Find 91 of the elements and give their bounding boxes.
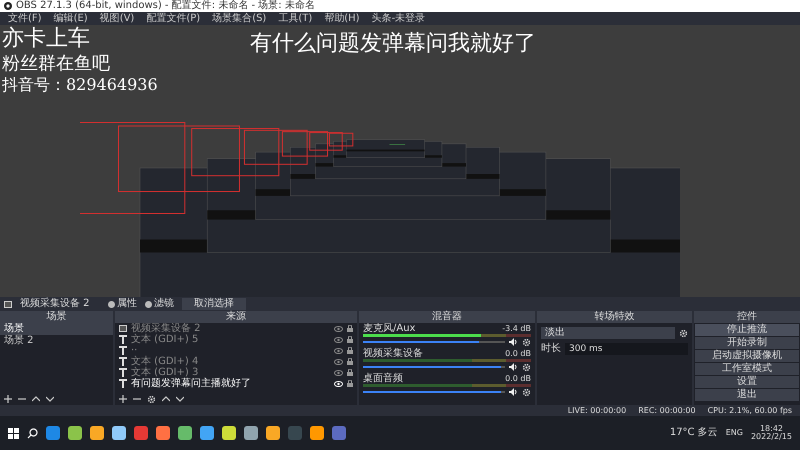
menu-item[interactable]: 场景集合(S) [212, 14, 266, 24]
menu-item[interactable]: 帮助(H) [324, 14, 360, 24]
selected-source-name: 视频采集设备 2 [20, 299, 91, 309]
gear-icon[interactable] [147, 394, 156, 404]
menu-item[interactable]: 头条-未登录 [372, 14, 426, 24]
scene-item[interactable]: 场景 [0, 323, 113, 335]
app-icon[interactable] [178, 426, 192, 440]
overlay-text: 粉丝群在鱼吧 [2, 52, 111, 75]
app-icon[interactable] [112, 426, 126, 440]
channel-name: 视频采集设备 [363, 348, 423, 359]
app-icon[interactable] [200, 426, 214, 440]
clock-time: 18:42 [760, 425, 784, 433]
lock-icon[interactable] [347, 358, 353, 365]
source-item[interactable]: 有问题发弹幕问主播就好了 [131, 378, 330, 388]
move-up-icon[interactable] [162, 396, 170, 402]
lock-icon[interactable] [347, 380, 353, 387]
control-button[interactable]: 退出 [695, 389, 799, 401]
toolbar-button[interactable]: 属性 [108, 299, 137, 309]
app-icon[interactable] [244, 426, 258, 440]
app-icon[interactable] [310, 426, 324, 440]
source-item[interactable]: ·· [131, 346, 330, 356]
menu-item[interactable]: 工具(T) [278, 14, 312, 24]
channel-reading: 0.0 dB [505, 374, 531, 382]
add-icon[interactable] [4, 395, 12, 403]
app-icon[interactable] [68, 426, 82, 440]
windows-logo-icon[interactable] [8, 428, 19, 438]
menu-item[interactable]: 编辑(E) [54, 14, 88, 24]
clock-date: 2022/2/15 [750, 433, 792, 441]
gear-icon[interactable] [679, 328, 688, 338]
source-item[interactable]: 文本 (GDI+) 3 [131, 368, 330, 378]
camera-icon [119, 325, 127, 332]
weather-text: 17°C 多云 [670, 428, 718, 438]
dock-title: 转场特效 [594, 312, 634, 322]
scene-item[interactable]: 场景 2 [0, 335, 113, 347]
dock-title: 控件 [737, 312, 757, 322]
channel-reading: -3.4 dB [502, 324, 531, 332]
add-icon[interactable] [119, 395, 127, 403]
control-button[interactable]: 工作室模式 [695, 363, 799, 375]
menu-item[interactable]: 文件(F) [8, 14, 42, 24]
channel-reading: 0.0 dB [505, 350, 531, 358]
overlay-text: 亦卡上车 [2, 25, 91, 52]
live-status: LIVE: 00:00:00 [568, 406, 626, 414]
duration-field[interactable]: 300 ms [565, 343, 688, 355]
source-item[interactable]: 视频采集设备 2 [131, 324, 330, 334]
app-icon[interactable] [46, 426, 60, 440]
app-icon[interactable] [266, 426, 280, 440]
speaker-icon[interactable] [509, 388, 518, 396]
text-source-icon [119, 335, 127, 344]
lock-icon[interactable] [347, 336, 353, 343]
dock-title: 场景 [46, 312, 66, 322]
search-icon[interactable] [27, 428, 38, 438]
duration-label: 时长 [541, 344, 561, 354]
speaker-icon[interactable] [509, 338, 518, 346]
text-source-icon [119, 368, 127, 377]
language-indicator[interactable]: ENG [726, 429, 743, 437]
banner-text: 有什么问题发弹幕问我就好了 [250, 33, 536, 55]
text-source-icon [119, 346, 127, 355]
move-down-icon[interactable] [176, 396, 184, 402]
control-button[interactable]: 开始录制 [695, 337, 799, 349]
menu-item[interactable]: 视图(V) [100, 14, 134, 24]
channel-name: 桌面音频 [363, 373, 403, 384]
move-up-icon[interactable] [32, 396, 40, 402]
cpu-status: CPU: 2.1%, 60.00 fps [708, 406, 792, 414]
dock-title: 来源 [226, 312, 246, 322]
control-button[interactable]: 停止推流 [695, 324, 799, 336]
toolbar-button[interactable]: 滤镜 [145, 299, 174, 309]
control-button[interactable]: 启动虚拟摄像机 [695, 350, 799, 362]
dock-title: 混音器 [432, 312, 462, 322]
speaker-icon[interactable] [509, 363, 518, 371]
camera-icon [4, 300, 12, 308]
app-icon[interactable] [222, 426, 236, 440]
text-source-icon [119, 379, 127, 388]
overlay-text: 抖音号：829464936 [2, 75, 158, 95]
channel-name: 麦克风/Aux [363, 323, 416, 334]
lock-icon[interactable] [347, 325, 353, 332]
text-source-icon [119, 357, 127, 366]
lock-icon[interactable] [347, 347, 353, 354]
rec-status: REC: 00:00:00 [638, 406, 696, 414]
gear-icon[interactable] [522, 338, 531, 346]
deselect-button[interactable]: 取消选择 [182, 298, 246, 310]
menu-item[interactable]: 配置文件(P) [146, 14, 200, 24]
source-item[interactable]: 文本 (GDI+) 5 [131, 334, 330, 344]
move-down-icon[interactable] [46, 396, 54, 402]
gear-icon[interactable] [522, 388, 531, 396]
control-button[interactable]: 设置 [695, 376, 799, 388]
transition-dropdown[interactable]: 淡出 [541, 327, 675, 339]
app-icon[interactable] [156, 426, 170, 440]
lock-icon[interactable] [347, 369, 353, 376]
source-item[interactable]: 文本 (GDI+) 4 [131, 356, 330, 366]
app-icon[interactable] [90, 426, 104, 440]
gear-icon[interactable] [522, 362, 531, 372]
